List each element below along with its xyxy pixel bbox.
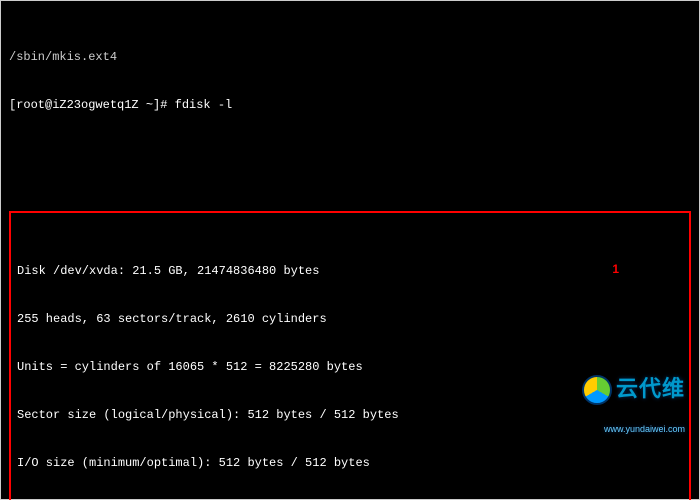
- annotation-1: 1: [612, 261, 619, 277]
- logo-text: 云代维: [616, 376, 685, 401]
- history-line: /sbin/mkis.ext4: [1, 49, 699, 65]
- logo-subtext: www.yundaiwei.com: [554, 421, 685, 437]
- output-line: Disk /dev/xvda: 21.5 GB, 21474836480 byt…: [17, 263, 683, 279]
- terminal-window[interactable]: /sbin/mkis.ext4 [root@iZ23ogwetq1Z ~]# f…: [0, 0, 700, 500]
- command-line: [root@iZ23ogwetq1Z ~]# fdisk -l: [1, 97, 699, 113]
- watermark-logo: 云代维 www.yundaiwei.com: [554, 359, 685, 469]
- output-line: 255 heads, 63 sectors/track, 2610 cylind…: [17, 311, 683, 327]
- blank-line: [1, 145, 699, 161]
- logo-swirl-icon: [582, 375, 612, 405]
